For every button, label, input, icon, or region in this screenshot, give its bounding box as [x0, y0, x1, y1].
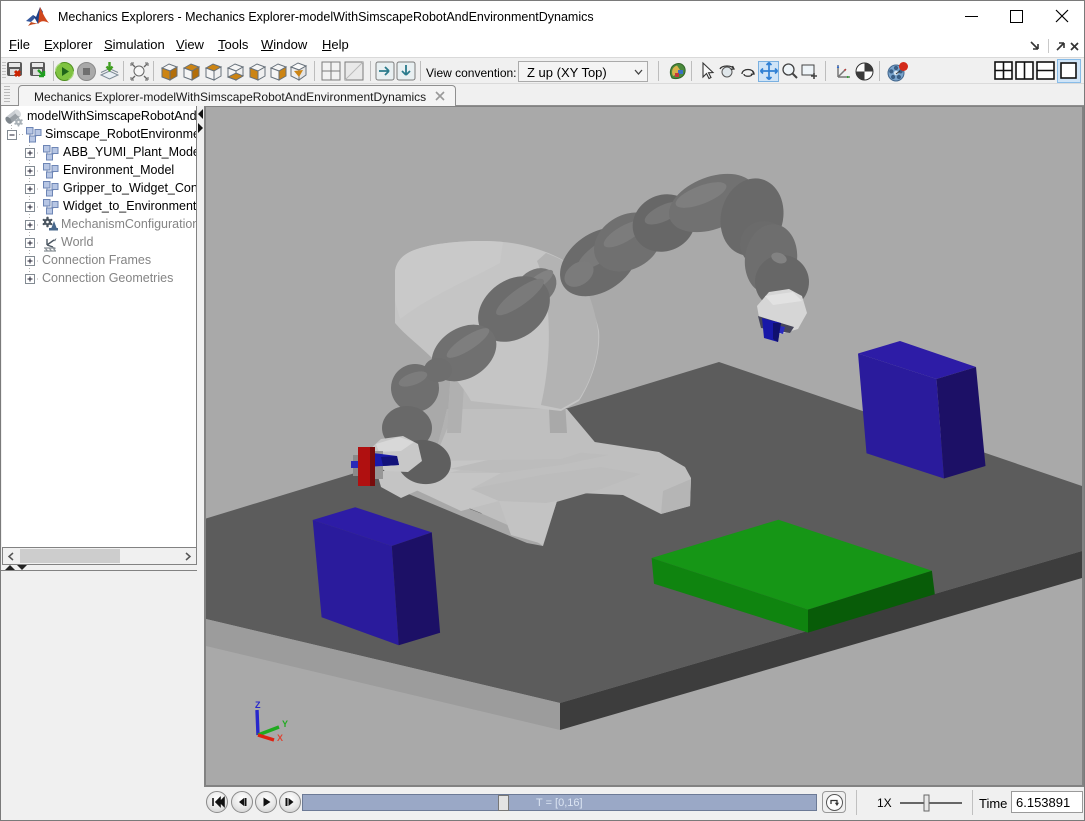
svg-text:Y: Y — [282, 719, 288, 729]
svg-text:X: X — [277, 733, 283, 743]
svg-text:Z: Z — [255, 700, 261, 710]
